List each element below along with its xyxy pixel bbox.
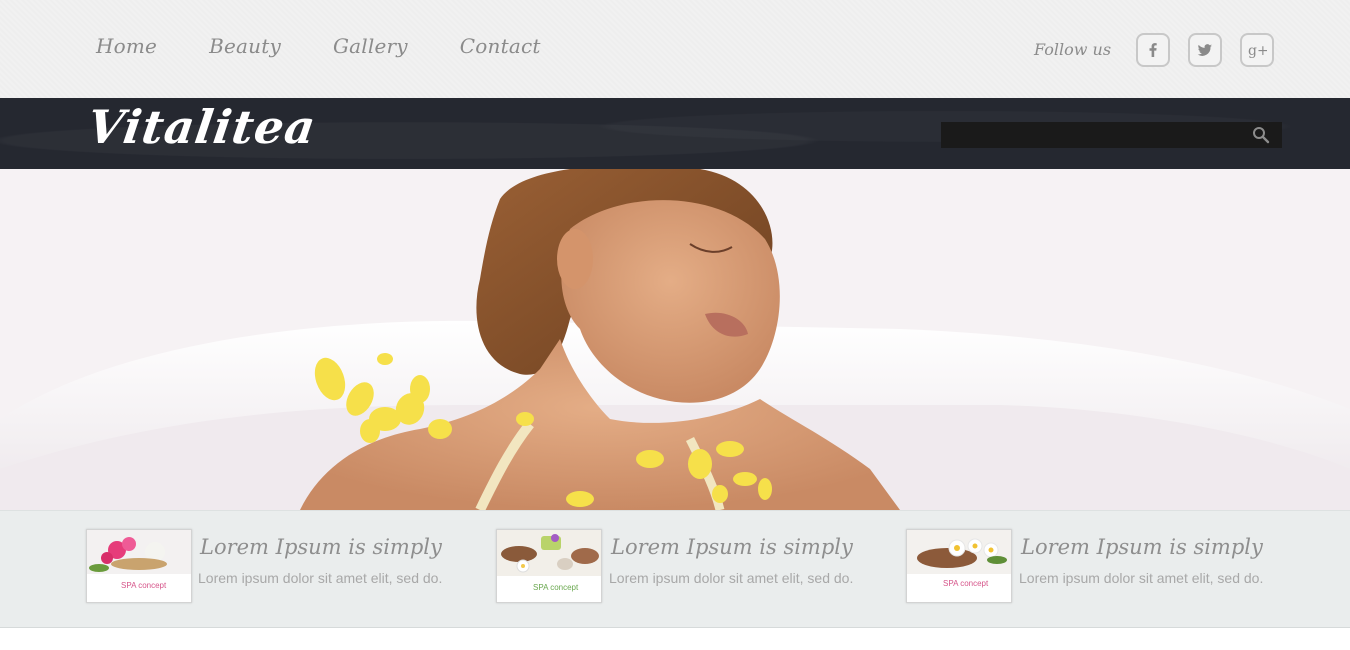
thumb-caption: SPA concept bbox=[533, 583, 579, 592]
nav-home[interactable]: Home bbox=[96, 34, 157, 58]
feature-text: Lorem ipsum dolor sit amet elit, sed do. bbox=[198, 570, 443, 586]
hero-image bbox=[0, 169, 1350, 510]
spa-daisies-image bbox=[907, 530, 1011, 602]
thumb-caption: SPA concept bbox=[121, 581, 167, 590]
search-icon bbox=[1253, 127, 1270, 144]
search-input[interactable] bbox=[941, 122, 1282, 148]
facebook-icon bbox=[1149, 43, 1157, 57]
google-plus-button[interactable]: g+ bbox=[1240, 33, 1274, 67]
twitter-icon bbox=[1197, 44, 1212, 56]
feature-thumbnail[interactable]: SPA concept bbox=[496, 529, 602, 603]
google-plus-icon: g+ bbox=[1248, 43, 1267, 59]
feature-title[interactable]: Lorem Ipsum is simply bbox=[1021, 535, 1263, 559]
svg-text:g+: g+ bbox=[1248, 43, 1267, 59]
spa-flowers-image bbox=[87, 530, 191, 602]
hero-banner bbox=[0, 169, 1350, 510]
facebook-button[interactable] bbox=[1136, 33, 1170, 67]
feature-text: Lorem ipsum dolor sit amet elit, sed do. bbox=[609, 570, 854, 586]
feature-title[interactable]: Lorem Ipsum is simply bbox=[611, 535, 853, 559]
site-logo[interactable]: Vitalitea bbox=[84, 100, 319, 154]
feature-thumbnail[interactable]: SPA concept bbox=[86, 529, 192, 603]
thumb-caption: SPA concept bbox=[943, 579, 989, 588]
feature-thumbnail[interactable]: SPA concept bbox=[906, 529, 1012, 603]
nav-contact[interactable]: Contact bbox=[460, 34, 541, 58]
nav-gallery[interactable]: Gallery bbox=[333, 34, 408, 58]
nav-beauty[interactable]: Beauty bbox=[209, 34, 281, 58]
search-button[interactable] bbox=[1248, 123, 1274, 147]
main-nav: Home Beauty Gallery Contact bbox=[96, 34, 593, 58]
twitter-button[interactable] bbox=[1188, 33, 1222, 67]
follow-us-label: Follow us bbox=[1034, 40, 1112, 59]
feature-text: Lorem ipsum dolor sit amet elit, sed do. bbox=[1019, 570, 1264, 586]
feature-title[interactable]: Lorem Ipsum is simply bbox=[200, 535, 442, 559]
